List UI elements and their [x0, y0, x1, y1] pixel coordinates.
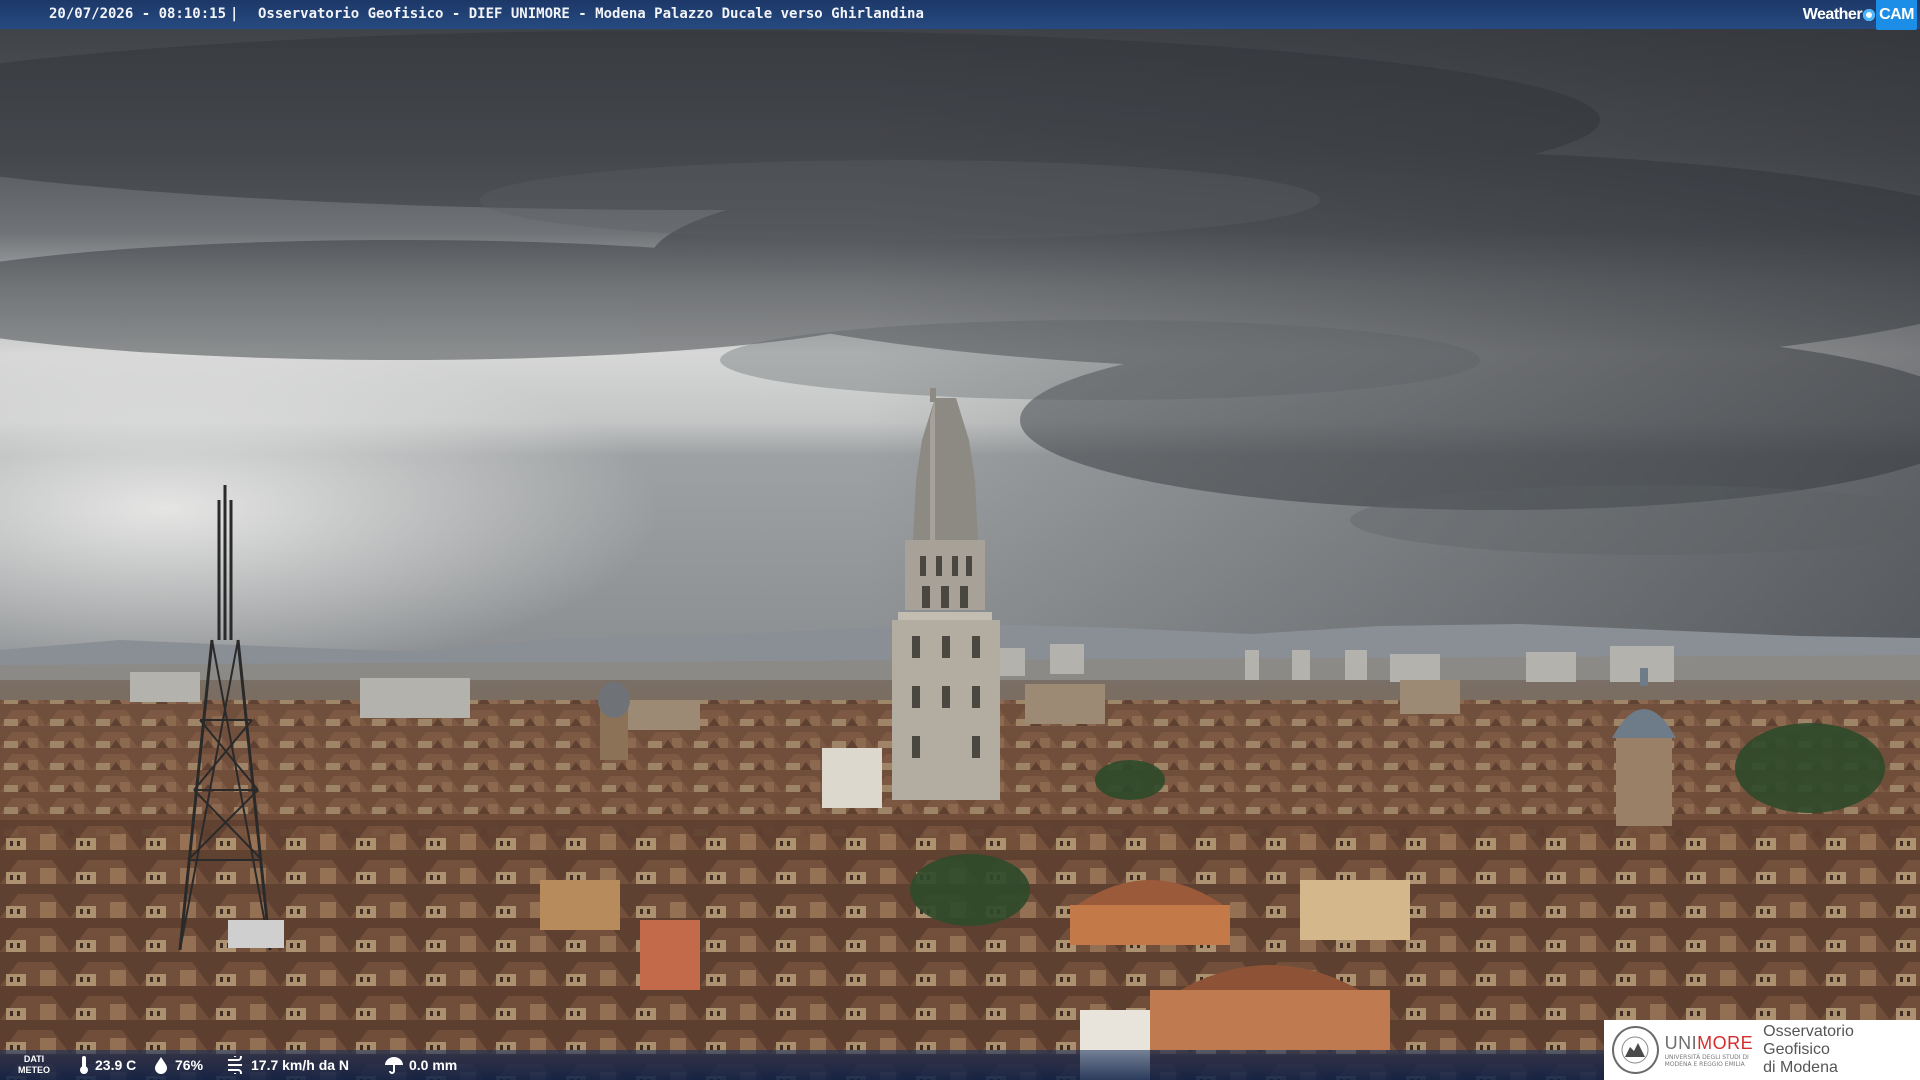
unimore-sub2: MODENA E REGGIO EMILIA	[1664, 1060, 1745, 1068]
unimore-sub1: UNIVERSITÀ DEGLI STUDI DI	[1664, 1053, 1749, 1061]
weathercam-logo: Weather CAM	[1802, 0, 1917, 30]
humidity-value: 76%	[175, 1057, 204, 1073]
temperature-reading: 23.9 C	[78, 1050, 136, 1080]
weather-data-bar: DATI METEO 23.9 C 76% 17.7 km/h da N 0.0…	[0, 1050, 1605, 1080]
caption-separator: |	[230, 6, 239, 22]
weather-data-label-line1: DATI	[23, 1054, 45, 1064]
rain-reading: 0.0 mm	[384, 1050, 457, 1080]
observatory-name-line2: di Modena	[1763, 1059, 1838, 1076]
wind-value: 17.7 km/h da N	[251, 1057, 350, 1073]
timestamp: 20/07/2026 - 08:10:15	[49, 6, 227, 22]
observatory-name-line1: Osservatorio Geofisico	[1763, 1023, 1854, 1058]
camera-lens-icon	[1863, 8, 1876, 21]
rain-value: 0.0 mm	[409, 1057, 458, 1073]
wind-reading: 17.7 km/h da N	[226, 1050, 349, 1080]
weathercam-logo-cam: CAM	[1876, 0, 1917, 30]
thermometer-icon	[80, 1056, 88, 1074]
caption-bar: 20/07/2026 - 08:10:15 | Osservatorio Geo…	[0, 0, 1920, 30]
unimore-wordmark: UNIMORE UNIVERSITÀ DEGLI STUDI DI MODENA…	[1665, 1033, 1754, 1068]
camera-title: Osservatorio Geofisico - DIEF UNIMORE - …	[258, 6, 924, 22]
unimore-wordmark-more: MORE	[1697, 1032, 1754, 1053]
unimore-wordmark-uni: UNI	[1664, 1032, 1698, 1053]
humidity-reading: 76%	[152, 1050, 203, 1080]
temperature-value: 23.9 C	[95, 1057, 137, 1073]
unimore-logo: UNIMORE UNIVERSITÀ DEGLI STUDI DI MODENA…	[1604, 1020, 1920, 1080]
weather-data-label: DATI METEO	[12, 1054, 56, 1076]
webcam-image	[0, 0, 1920, 1080]
weathercam-logo-weather: Weather	[1802, 6, 1863, 23]
weather-data-label-line2: METEO	[17, 1065, 50, 1075]
university-seal-icon	[1612, 1026, 1659, 1074]
observatory-name: Osservatorio Geofisico di Modena	[1763, 1023, 1920, 1077]
rain-umbrella-icon	[385, 1057, 403, 1074]
wind-icon	[228, 1056, 242, 1074]
humidity-drop-icon	[155, 1057, 167, 1074]
